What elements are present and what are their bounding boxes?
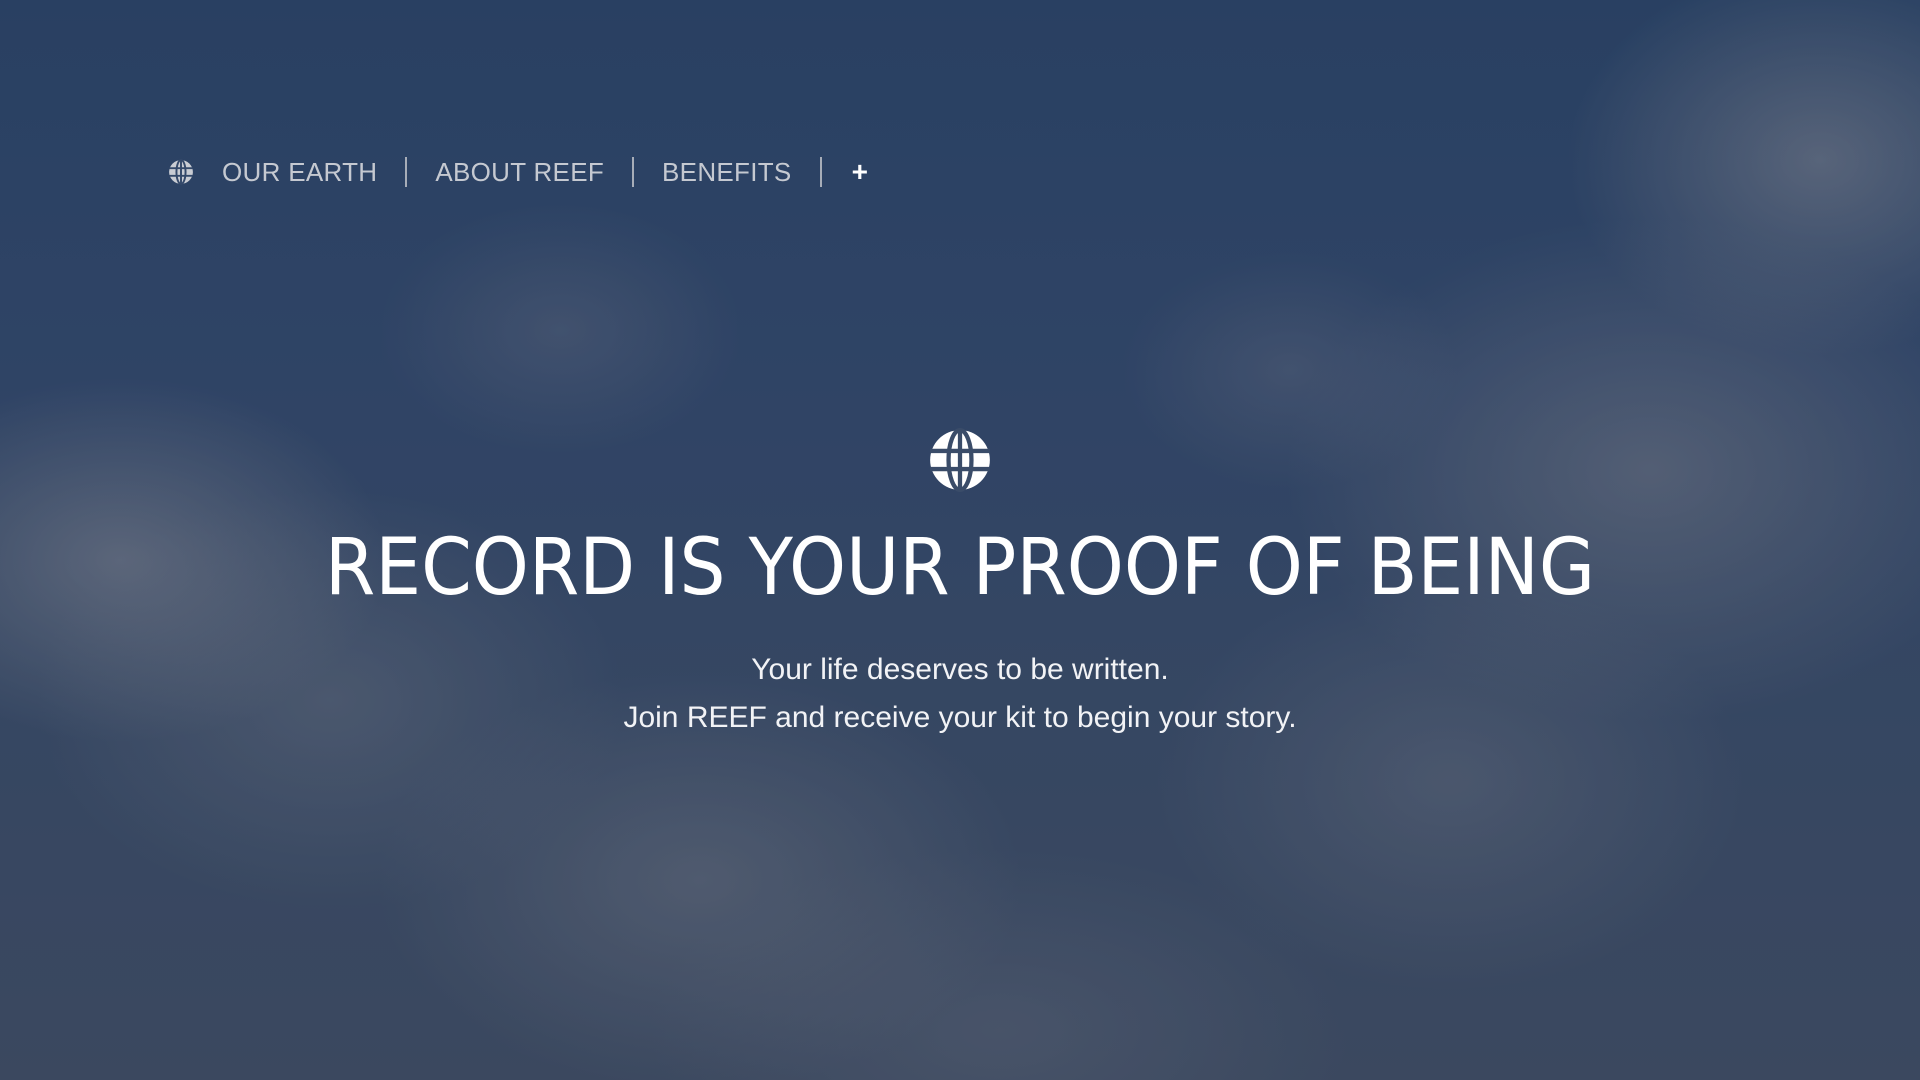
nav-divider [405,157,408,187]
top-navigation: OUR EARTH ABOUT REEF BENEFITS + [168,150,868,194]
nav-link-about-reef[interactable]: ABOUT REEF [435,157,604,188]
globe-icon [928,428,992,492]
hero-section: RECORD IS YOUR PROOF OF BEING Your life … [0,428,1920,742]
nav-divider [819,157,822,187]
globe-icon[interactable] [168,159,194,185]
nav-link-benefits[interactable]: BENEFITS [662,157,792,188]
hero-subtitle-line-1: Your life deserves to be written. [751,653,1169,686]
hero-subtitle-line-2: Join REEF and receive your kit to begin … [623,701,1297,734]
globe-icon-graphic [169,159,193,185]
nav-divider [632,157,635,187]
hero-globe-graphic [930,428,990,492]
nav-link-our-earth[interactable]: OUR EARTH [222,157,377,188]
hero-title: RECORD IS YOUR PROOF OF BEING [324,523,1596,613]
hero-subtitle: Your life deserves to be written. Join R… [0,646,1920,742]
nav-more-button[interactable]: + [852,158,868,186]
